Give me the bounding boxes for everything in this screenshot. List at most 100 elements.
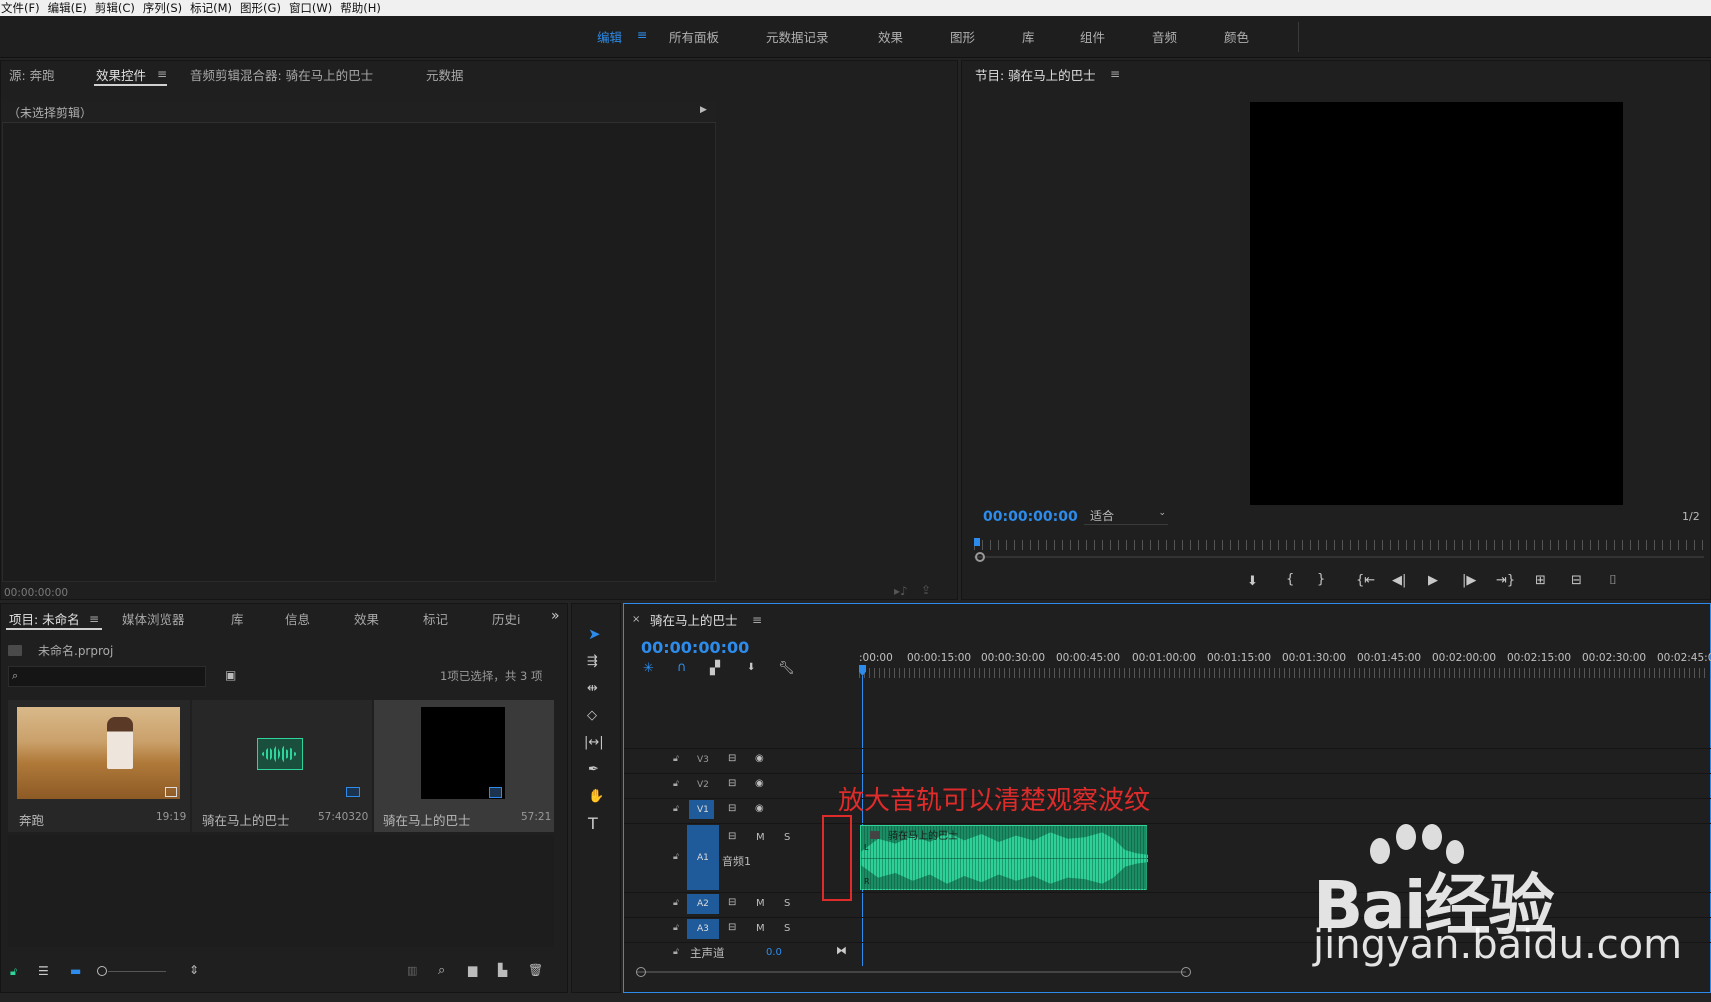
workspace-graphics[interactable]: 图形 bbox=[950, 27, 975, 46]
sync-lock-icon[interactable]: ⊟ bbox=[728, 803, 736, 814]
eye-icon[interactable]: ◉ bbox=[755, 753, 764, 764]
tab-markers[interactable]: 标记 bbox=[423, 609, 448, 628]
mark-in-icon[interactable]: { bbox=[1286, 573, 1294, 586]
master-volume-value[interactable]: 0.0 bbox=[766, 947, 782, 958]
extract-icon[interactable]: ⊟ bbox=[1571, 574, 1582, 587]
trash-icon[interactable]: 🗑︎ bbox=[528, 963, 543, 977]
new-search-bin-icon[interactable]: ▣ bbox=[225, 668, 236, 682]
lock-icon[interactable]: 🔓︎ bbox=[673, 947, 679, 957]
resolution-ratio[interactable]: 1/2 bbox=[1682, 510, 1700, 523]
eye-icon[interactable]: ◉ bbox=[755, 778, 764, 789]
sync-lock-icon[interactable]: ⊟ bbox=[728, 778, 736, 789]
tab-metadata[interactable]: 元数据 bbox=[426, 65, 464, 84]
tab-info[interactable]: 信息 bbox=[285, 609, 310, 628]
mark-out-icon[interactable]: } bbox=[1317, 573, 1325, 586]
sync-lock-icon[interactable]: ⊟ bbox=[728, 897, 736, 908]
menu-help[interactable]: 帮助(H) bbox=[339, 0, 388, 16]
panel-menu-icon[interactable]: ≡ bbox=[157, 67, 167, 81]
sort-icon[interactable]: ⇕ bbox=[189, 963, 199, 977]
sync-lock-icon[interactable]: ⊟ bbox=[728, 753, 736, 764]
new-item-icon[interactable]: ▙ bbox=[498, 963, 507, 977]
zoom-slider-handle[interactable] bbox=[97, 966, 107, 976]
ripple-edit-tool-icon[interactable]: ⇹ bbox=[587, 682, 598, 695]
timeline-ruler[interactable] bbox=[859, 668, 1709, 678]
lock-icon[interactable]: 🔓︎ bbox=[673, 898, 679, 908]
tab-effect-controls[interactable]: 效果控件 bbox=[96, 65, 146, 84]
program-monitor-title[interactable]: 节目: 骑在马上的巴士 bbox=[975, 65, 1096, 84]
menu-graphics[interactable]: 图形(G) bbox=[239, 0, 288, 16]
new-bin-icon[interactable]: ▆ bbox=[468, 963, 477, 977]
hand-tool-icon[interactable]: ✋ bbox=[588, 790, 604, 803]
track-select-tool-icon[interactable]: ⇶ bbox=[587, 655, 598, 668]
snap-magnet-icon[interactable]: ∩ bbox=[677, 661, 687, 674]
mute-button[interactable]: M bbox=[756, 832, 765, 843]
workspace-audio[interactable]: 音频 bbox=[1152, 27, 1177, 46]
step-back-icon[interactable]: ◀| bbox=[1392, 574, 1406, 587]
workspace-edit[interactable]: 编辑 bbox=[597, 27, 622, 46]
tab-libraries[interactable]: 库 bbox=[231, 609, 244, 628]
add-marker-icon[interactable]: ⬇ bbox=[747, 663, 755, 673]
type-tool-icon[interactable]: T bbox=[588, 816, 598, 832]
menu-markers[interactable]: 标记(M) bbox=[189, 0, 239, 16]
lock-icon[interactable]: 🔓︎ bbox=[10, 965, 17, 979]
play-icon[interactable]: ▶ bbox=[1428, 574, 1438, 587]
tab-effects[interactable]: 效果 bbox=[354, 609, 379, 628]
list-view-icon[interactable]: ☰ bbox=[38, 964, 49, 978]
mute-button[interactable]: M bbox=[756, 923, 765, 934]
workspace-menu-icon[interactable]: ≡ bbox=[637, 27, 647, 42]
workspace-effects[interactable]: 效果 bbox=[878, 27, 903, 46]
timeline-settings-wrench-icon[interactable]: 🔧︎ bbox=[778, 662, 795, 675]
lock-icon[interactable]: 🔓︎ bbox=[673, 923, 679, 933]
export-frame-camera-icon[interactable]: ⌷ bbox=[1609, 574, 1617, 587]
sync-lock-icon[interactable]: ⊟ bbox=[728, 831, 736, 842]
razor-tool-icon[interactable]: ◇ bbox=[587, 709, 597, 722]
go-to-end-icon[interactable]: ⧓ bbox=[836, 944, 847, 957]
program-playhead[interactable] bbox=[974, 538, 980, 546]
workspace-metadata[interactable]: 元数据记录 bbox=[766, 27, 829, 46]
tab-audio-clip-mixer[interactable]: 音频剪辑混合器: 骑在马上的巴士 bbox=[190, 65, 373, 84]
step-forward-icon[interactable]: |▶ bbox=[1462, 574, 1476, 587]
nest-icon[interactable]: ✳ bbox=[643, 662, 654, 675]
icon-view-icon[interactable]: ▬ bbox=[70, 964, 81, 978]
menu-window[interactable]: 窗口(W) bbox=[288, 0, 339, 16]
export-icon[interactable]: ⇪ bbox=[921, 583, 931, 597]
play-audio-icon[interactable]: ▸♪ bbox=[894, 584, 908, 598]
track-label-v2[interactable]: V2 bbox=[697, 780, 709, 790]
workspace-color[interactable]: 颜色 bbox=[1224, 27, 1249, 46]
scroll-handle-right[interactable] bbox=[1181, 967, 1191, 977]
tab-history[interactable]: 历史i bbox=[492, 609, 520, 628]
more-panels-icon[interactable]: » bbox=[551, 608, 560, 624]
audio-clip[interactable]: 骑在马上的巴士 L R bbox=[860, 825, 1148, 890]
timeline-scrollbar[interactable] bbox=[636, 971, 1186, 973]
zoom-slider-track[interactable] bbox=[108, 971, 166, 972]
menu-file[interactable]: 文件(F) bbox=[0, 0, 47, 16]
menu-edit[interactable]: 编辑(E) bbox=[47, 0, 94, 16]
track-label-v3[interactable]: V3 bbox=[697, 755, 709, 765]
solo-button[interactable]: S bbox=[784, 898, 790, 909]
program-menu-icon[interactable]: ≡ bbox=[1110, 67, 1120, 81]
slip-tool-icon[interactable]: |↔| bbox=[584, 736, 604, 749]
expand-arrow-icon[interactable]: ▶ bbox=[700, 105, 707, 115]
sequence-menu-icon[interactable]: ≡ bbox=[752, 613, 762, 627]
find-icon[interactable]: ⌕ bbox=[438, 963, 445, 978]
go-to-out-icon[interactable]: ⇥} bbox=[1496, 574, 1515, 587]
lock-icon[interactable]: 🔓︎ bbox=[673, 779, 679, 789]
tab-project[interactable]: 项目: 未命名 bbox=[9, 609, 80, 628]
automate-icon[interactable]: ▥ bbox=[407, 964, 417, 977]
workspace-libraries[interactable]: 库 bbox=[1022, 27, 1035, 46]
project-menu-icon[interactable]: ≡ bbox=[89, 612, 99, 626]
selection-tool-icon[interactable]: ➤ bbox=[588, 627, 601, 642]
workspace-assembly[interactable]: 组件 bbox=[1080, 27, 1105, 46]
eye-icon[interactable]: ◉ bbox=[755, 803, 764, 814]
solo-button[interactable]: S bbox=[784, 923, 790, 934]
workspace-all-panels[interactable]: 所有面板 bbox=[669, 27, 719, 46]
lift-icon[interactable]: ⊞ bbox=[1535, 574, 1546, 587]
tab-media-browser[interactable]: 媒体浏览器 bbox=[122, 609, 185, 628]
sync-lock-icon[interactable]: ⊟ bbox=[728, 922, 736, 933]
add-marker-icon[interactable]: ⬇ bbox=[1247, 575, 1258, 588]
close-sequence-icon[interactable]: × bbox=[632, 614, 640, 625]
timeline-timecode[interactable]: 00:00:00:00 bbox=[641, 638, 749, 657]
pen-tool-icon[interactable]: ✒ bbox=[588, 763, 599, 776]
scroll-handle-left[interactable] bbox=[636, 967, 646, 977]
program-timecode[interactable]: 00:00:00:00 bbox=[983, 509, 1078, 525]
